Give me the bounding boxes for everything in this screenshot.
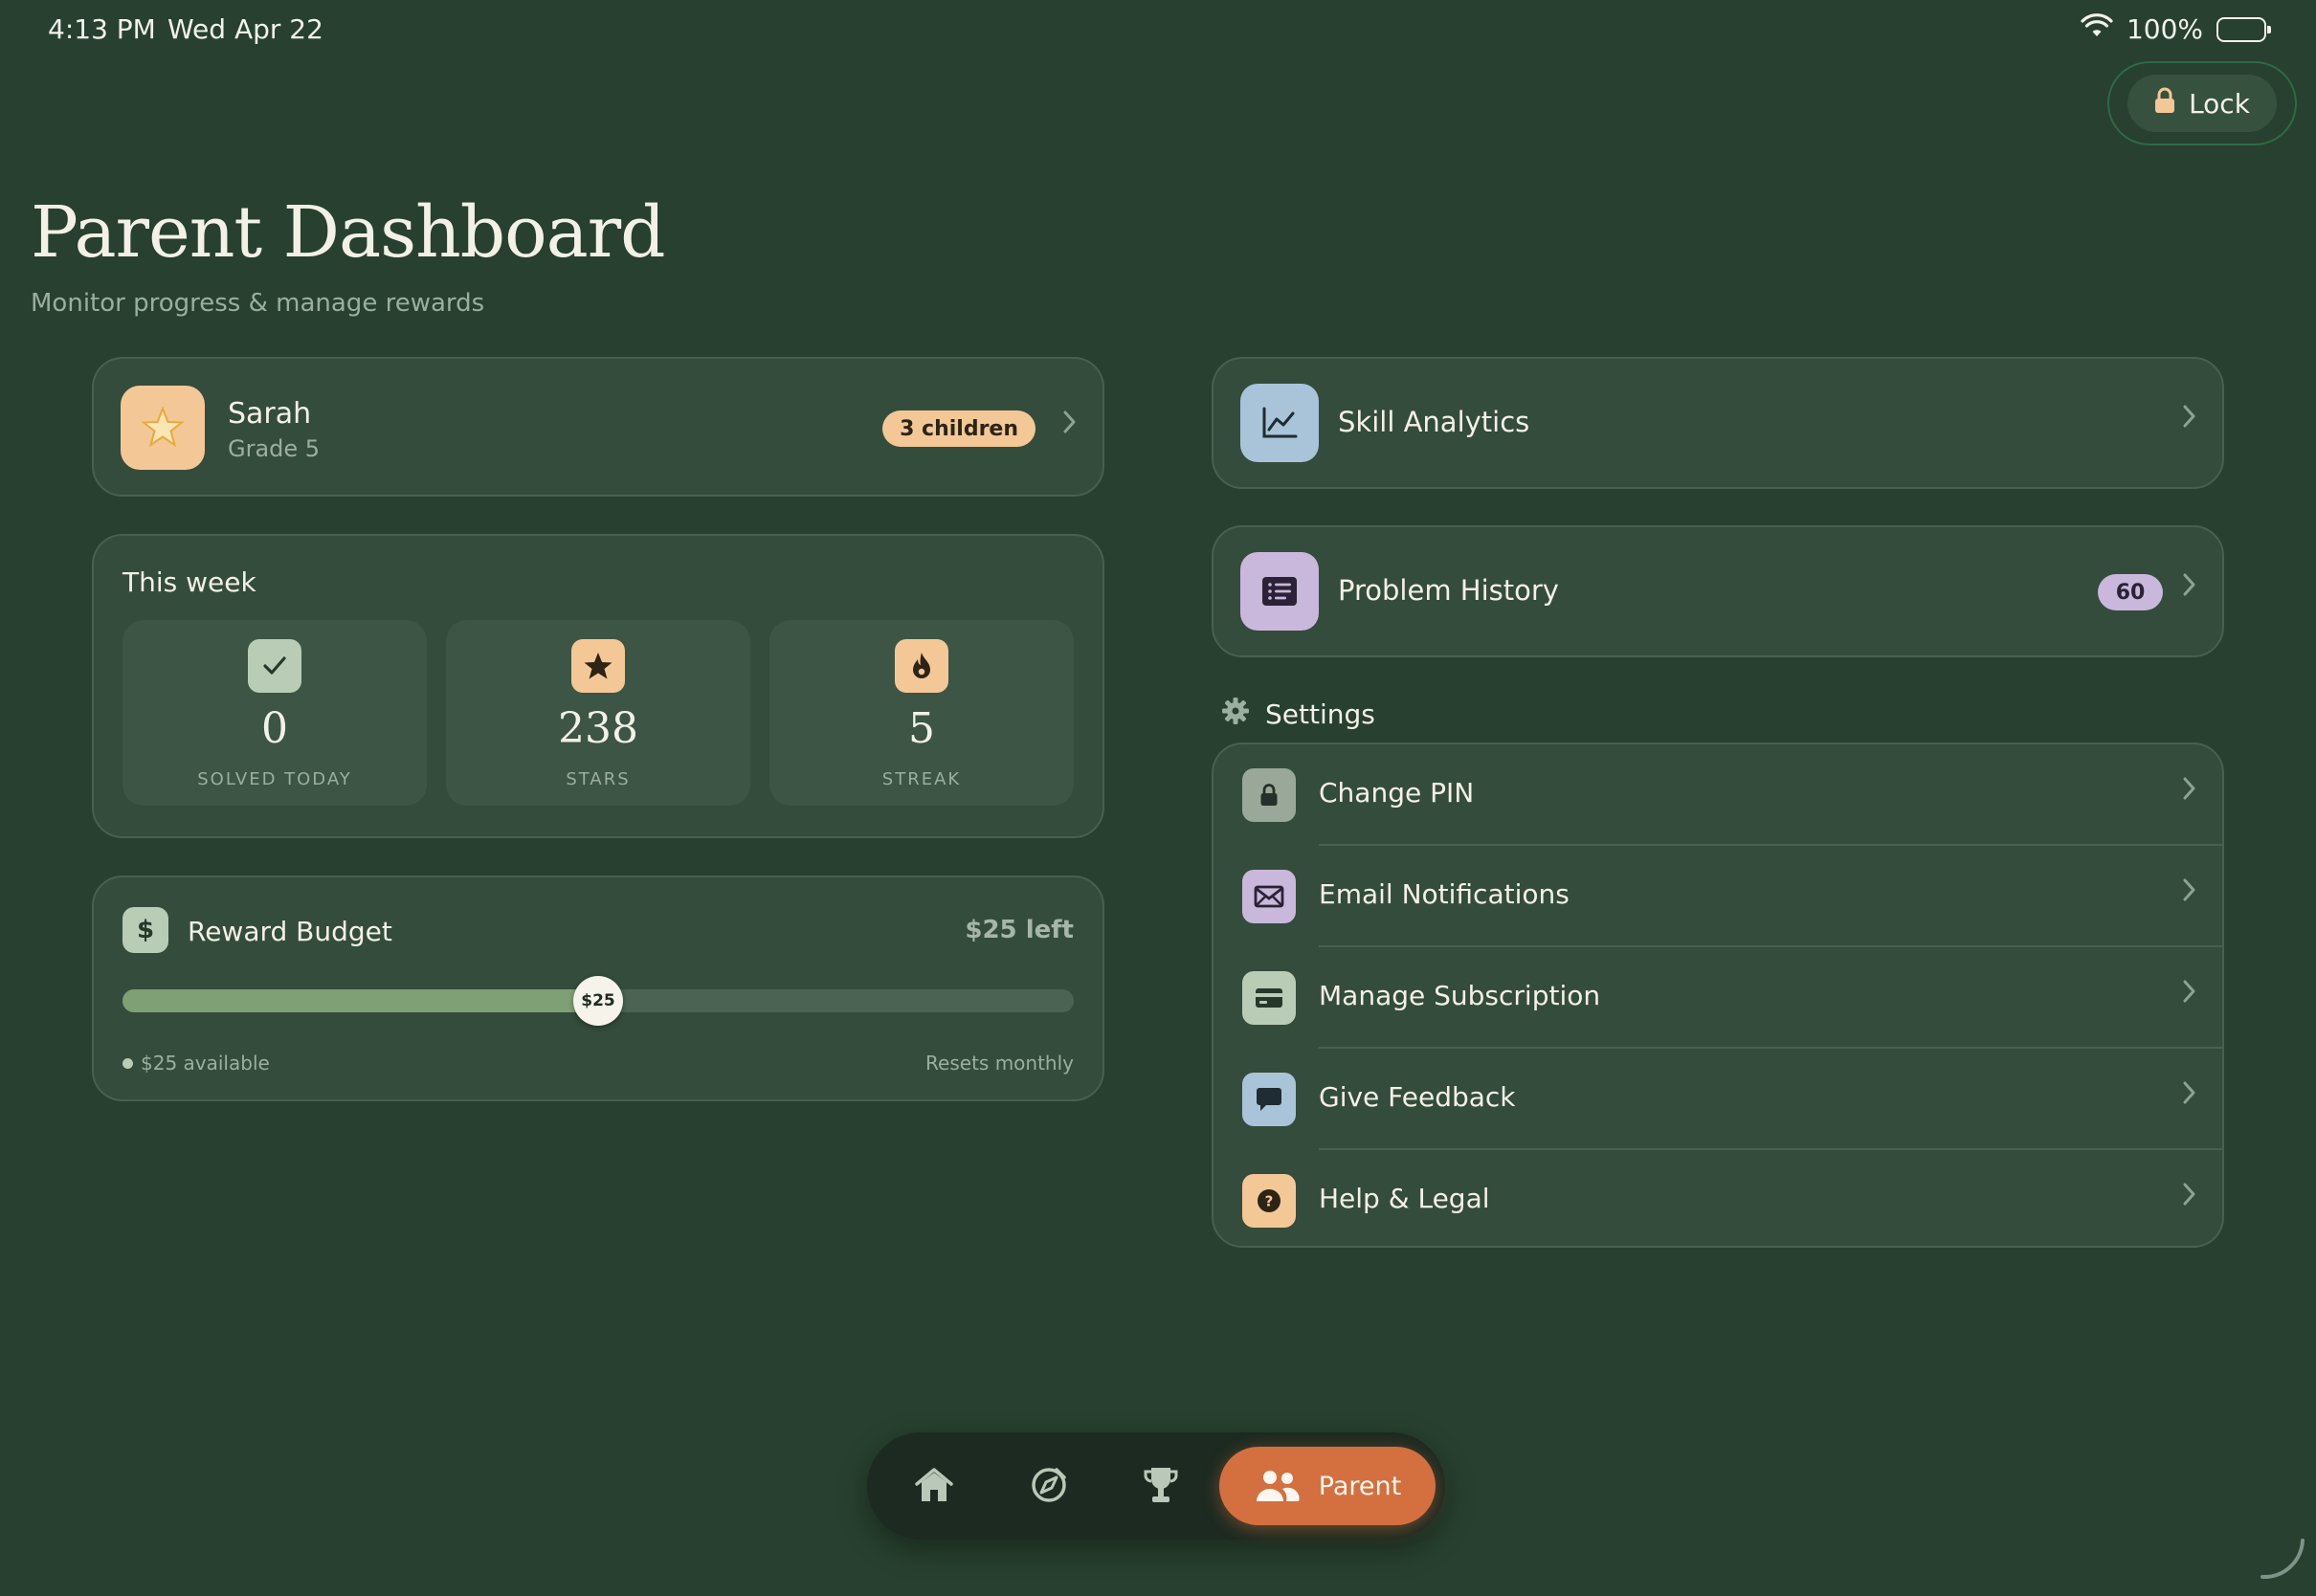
chat-bubble-icon (1242, 1073, 1296, 1126)
lock-button[interactable]: Lock (2127, 75, 2277, 132)
this-week-title: This week (122, 566, 256, 598)
reward-budget-card: $ Reward Budget $25 left $25 $25 availab… (92, 876, 1104, 1101)
slider-thumb[interactable]: $25 (573, 976, 623, 1026)
settings-item-label: Change PIN (1319, 777, 1475, 809)
budget-available: $25 available (122, 1052, 270, 1075)
skill-analytics-row[interactable]: Skill Analytics (1212, 357, 2224, 489)
problem-count-badge: 60 (2098, 574, 2163, 610)
settings-item-help-legal[interactable]: ? Help & Legal (1214, 1150, 2222, 1246)
lock-button-label: Lock (2189, 87, 2250, 120)
chevron-right-icon (2182, 1181, 2197, 1211)
chevron-right-icon (2182, 775, 2197, 806)
slider-fill (122, 989, 598, 1012)
reward-budget-title: Reward Budget (188, 916, 392, 947)
settings-item-manage-subscription[interactable]: Manage Subscription (1214, 947, 2222, 1049)
lock-icon (2154, 87, 2175, 121)
status-date: Wed Apr 22 (167, 13, 323, 45)
chart-icon (1240, 384, 1319, 462)
chevron-right-icon (2182, 978, 2197, 1009)
settings-item-email-notifications[interactable]: Email Notifications (1214, 846, 2222, 947)
nav-home-button[interactable] (896, 1447, 972, 1523)
dollar-icon: $ (122, 907, 168, 953)
compass-icon (1032, 1468, 1066, 1502)
nav-parent-button[interactable]: Parent (1219, 1447, 1436, 1525)
settings-item-label: Help & Legal (1319, 1183, 1490, 1214)
avatar (121, 386, 205, 470)
nav-rewards-button[interactable] (1123, 1447, 1199, 1523)
chevron-right-icon (2182, 571, 2197, 602)
stat-label: STARS (566, 769, 631, 789)
battery-icon (2216, 16, 2271, 42)
wifi-icon (2081, 13, 2113, 45)
stat-streak: 5 STREAK (769, 620, 1074, 806)
chevron-right-icon (2182, 876, 2197, 907)
available-dot-icon (122, 1057, 133, 1069)
budget-resets-text: Resets monthly (925, 1052, 1074, 1075)
credit-card-icon (1242, 971, 1296, 1025)
child-selector-card[interactable]: Sarah Grade 5 3 children (92, 357, 1104, 497)
child-name: Sarah (228, 397, 312, 431)
status-time: 4:13 PM (48, 13, 156, 45)
reward-budget-slider[interactable]: $25 (122, 976, 1074, 1026)
lock-icon (1242, 768, 1296, 822)
star-avatar-icon (141, 406, 185, 448)
page-title: Parent Dashboard (31, 191, 666, 274)
stat-stars: 238 STARS (446, 620, 750, 806)
svg-text:?: ? (1265, 1193, 1274, 1210)
settings-item-label: Email Notifications (1319, 878, 1570, 910)
reward-budget-left: $25 left (965, 916, 1074, 944)
nav-parent-label: Parent (1318, 1471, 1402, 1501)
settings-item-change-pin[interactable]: Change PIN (1214, 744, 2222, 846)
list-icon (1240, 552, 1319, 631)
flame-icon (895, 639, 948, 693)
problem-history-label: Problem History (1338, 574, 1559, 607)
parents-icon (1256, 1471, 1300, 1501)
skill-analytics-label: Skill Analytics (1338, 406, 1530, 438)
chevron-right-icon (2182, 1079, 2197, 1110)
trophy-icon (1144, 1468, 1178, 1502)
page-subtitle: Monitor progress & manage rewards (31, 289, 485, 318)
mail-icon (1242, 870, 1296, 923)
resize-handle-icon (2259, 1533, 2306, 1585)
check-icon (248, 639, 301, 693)
stat-label: STREAK (881, 769, 962, 789)
children-count-badge: 3 children (882, 410, 1036, 447)
chevron-right-icon (2182, 403, 2197, 433)
status-right: 100% (2081, 13, 2271, 45)
stat-value: 0 (261, 704, 288, 753)
help-icon: ? (1242, 1174, 1296, 1228)
star-icon (571, 639, 625, 693)
stat-value: 5 (908, 704, 935, 753)
settings-list: Change PIN Email Notifications Manage Su… (1212, 743, 2224, 1248)
settings-item-label: Give Feedback (1319, 1081, 1516, 1113)
stat-solved-today: 0 SOLVED TODAY (122, 620, 427, 806)
stat-label: SOLVED TODAY (197, 769, 352, 789)
chevron-right-icon (1062, 409, 1078, 439)
budget-available-text: $25 available (141, 1052, 270, 1075)
child-grade: Grade 5 (228, 435, 321, 462)
nav-practice-button[interactable] (1011, 1447, 1087, 1523)
gear-icon (1221, 697, 1250, 732)
settings-item-label: Manage Subscription (1319, 980, 1601, 1011)
this-week-card: This week 0 SOLVED TODAY 238 STARS 5 STR… (92, 534, 1104, 838)
problem-history-row[interactable]: Problem History 60 (1212, 525, 2224, 657)
settings-title: Settings (1265, 698, 1375, 730)
settings-header: Settings (1221, 697, 1375, 732)
home-icon (915, 1468, 953, 1501)
battery-percent: 100% (2126, 13, 2203, 45)
settings-item-give-feedback[interactable]: Give Feedback (1214, 1049, 2222, 1150)
stat-value: 238 (558, 704, 638, 753)
